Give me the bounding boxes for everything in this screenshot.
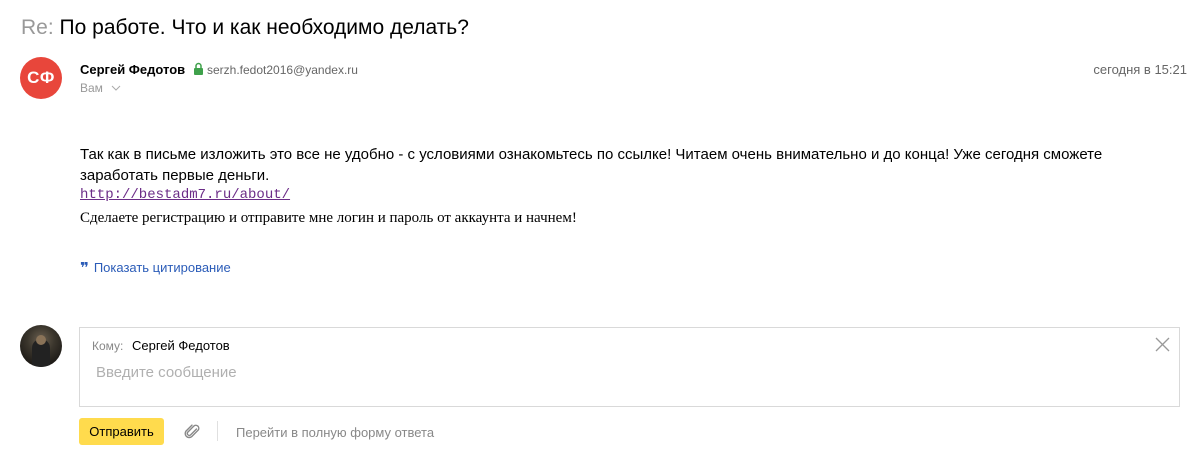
message-input[interactable] <box>96 360 1156 384</box>
to-label: Кому: <box>92 339 124 353</box>
close-icon[interactable] <box>1155 337 1170 352</box>
chevron-down-icon <box>111 85 121 91</box>
show-quote-link[interactable]: ❞ Показать цитирование <box>80 260 231 275</box>
sender-email[interactable]: serzh.fedot2016@yandex.ru <box>207 63 358 77</box>
send-button[interactable]: Отправить <box>79 418 164 445</box>
attach-icon[interactable] <box>184 423 202 441</box>
full-reply-form-link[interactable]: Перейти в полную форму ответа <box>236 425 434 440</box>
sender-initials: СФ <box>27 68 55 87</box>
subject-prefix: Re: <box>21 16 54 39</box>
user-avatar[interactable] <box>20 325 62 367</box>
lock-icon <box>194 62 203 75</box>
sender-avatar[interactable]: СФ <box>20 57 62 99</box>
toolbar-divider <box>217 421 218 441</box>
show-quote-label: Показать цитирование <box>93 260 231 275</box>
quick-reply-box: Кому: Сергей Федотов <box>79 327 1180 407</box>
email-subject: Re: По работе. Что и как необходимо дела… <box>21 14 469 42</box>
quote-icon: ❞ <box>80 258 89 277</box>
avatar-face <box>36 335 46 345</box>
to-recipient[interactable]: Сергей Федотов <box>132 338 230 353</box>
recipient-label: Вам <box>80 81 103 95</box>
message-body-link[interactable]: http://bestadm7.ru/about/ <box>80 187 290 203</box>
recipient-toggle[interactable]: Вам <box>80 81 121 95</box>
sender-name[interactable]: Сергей Федотов <box>80 62 185 77</box>
message-date: сегодня в 15:21 <box>1093 62 1187 77</box>
message-body-paragraph-2: Сделаете регистрацию и отправите мне лог… <box>80 210 577 226</box>
subject-title: По работе. Что и как необходимо делать? <box>59 16 469 39</box>
message-body-paragraph: Так как в письме изложить это все не удо… <box>80 146 1103 184</box>
